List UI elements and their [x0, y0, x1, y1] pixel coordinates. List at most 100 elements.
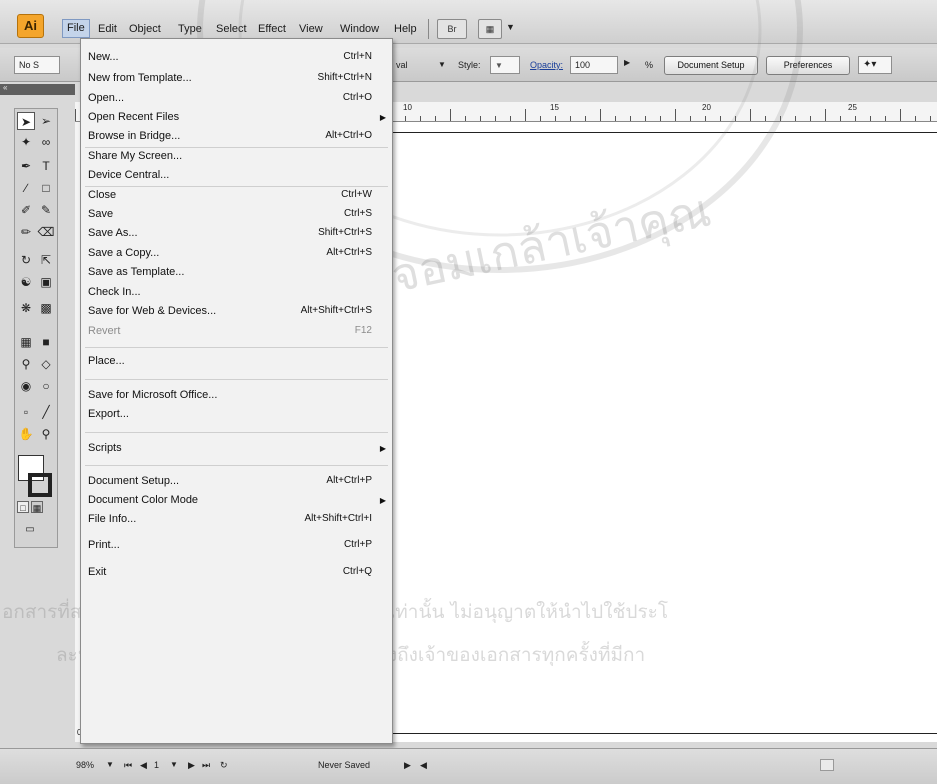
file-menu-item[interactable]: Browse in Bridge... Alt+Ctrl+O [88, 128, 372, 144]
zoom-dropdown-icon[interactable]: ▼ [106, 758, 114, 772]
bridge-icon[interactable]: Br [437, 19, 467, 39]
file-menu-item[interactable]: Place... [88, 353, 372, 369]
menu-select[interactable]: Select [214, 21, 249, 37]
file-menu-item-shortcut: Alt+Ctrl+P [326, 475, 372, 486]
stroke-color-swatch[interactable] [28, 473, 52, 497]
selection-tool-icon[interactable]: ➤ [17, 112, 35, 130]
menu-help[interactable]: Help [392, 21, 419, 37]
arrange-documents-icon[interactable]: ▦ [478, 19, 502, 39]
menu-type[interactable]: Type [176, 21, 204, 37]
file-menu-item[interactable]: Save a Copy... Alt+Ctrl+S [88, 245, 372, 261]
file-menu-item[interactable]: Share My Screen... [88, 148, 372, 164]
slice-tool-icon[interactable]: ╱ [37, 403, 55, 421]
status-menu-icon[interactable]: ▶ [404, 758, 411, 772]
file-menu-item-label: New from Template... [88, 72, 192, 84]
chevron-down-icon[interactable]: ▼ [506, 22, 515, 32]
zoom-tool-icon[interactable]: ⚲ [37, 425, 55, 443]
gradient-tool-icon[interactable]: ■ [37, 333, 55, 351]
opacity-input[interactable]: 100 [570, 56, 618, 74]
document-setup-button[interactable]: Document Setup [664, 56, 758, 75]
menu-edit[interactable]: Edit [96, 21, 119, 37]
zoom-level[interactable]: 98% [76, 758, 106, 772]
file-menu-item[interactable]: New from Template... Shift+Ctrl+N [88, 70, 372, 86]
panel-header-strip[interactable]: « [0, 83, 75, 95]
selection-indicator: No S [14, 56, 60, 74]
mesh-tool-icon[interactable]: ▦ [17, 333, 35, 351]
scale-tool-icon[interactable]: ⇱ [37, 251, 55, 269]
ruler-tick [900, 109, 901, 121]
blob-brush-tool-icon[interactable]: ✏ [17, 223, 35, 241]
file-menu-item[interactable]: Save Ctrl+S [88, 206, 372, 222]
file-menu-item[interactable]: Open... Ctrl+O [88, 90, 372, 106]
scroll-left-icon[interactable]: ◀ [420, 758, 427, 772]
eyedropper-tool-icon[interactable]: ⚲ [17, 355, 35, 373]
menu-view[interactable]: View [297, 21, 325, 37]
file-menu-item[interactable]: File Info... Alt+Shift+Ctrl+I [88, 511, 372, 527]
file-menu-item[interactable]: Exit Ctrl+Q [88, 564, 372, 580]
previous-artboard-icon[interactable]: ◀ [140, 758, 147, 772]
direct-selection-tool-icon[interactable]: ➢ [37, 112, 55, 130]
rotate-tool-icon[interactable]: ↻ [17, 251, 35, 269]
file-menu-item-label: Check In... [88, 286, 141, 298]
file-menu-item[interactable]: Scripts ▶ [88, 440, 386, 456]
eraser-tool-icon[interactable]: ⌫ [37, 223, 55, 241]
symbol-sprayer-tool-icon[interactable]: ❋ [17, 299, 35, 317]
file-menu-item-shortcut: Alt+Ctrl+O [325, 130, 372, 141]
file-menu-item-shortcut: Ctrl+Q [342, 566, 372, 577]
opacity-slider-arrow-icon[interactable]: ▶ [624, 58, 630, 67]
artboard-navigation-icon[interactable]: ↻ [220, 758, 228, 772]
last-artboard-icon[interactable]: ⏭ [202, 758, 210, 772]
line-tool-icon[interactable]: ∕ [17, 179, 35, 197]
file-menu-item[interactable]: Open Recent Files ▶ [88, 109, 386, 125]
column-graph-tool-icon[interactable]: ▩ [37, 299, 55, 317]
paintbrush-tool-icon[interactable]: ✐ [17, 201, 35, 219]
file-menu-item[interactable]: Check In... [88, 284, 372, 300]
file-menu-item[interactable]: Print... Ctrl+P [88, 537, 372, 553]
file-menu-item[interactable]: Save As... Shift+Ctrl+S [88, 225, 372, 241]
file-menu-item[interactable]: Device Central... [88, 167, 372, 183]
opacity-link[interactable]: Opacity: [530, 58, 563, 72]
blend-tool-icon[interactable]: ◇ [37, 355, 55, 373]
live-paint-selection-tool-icon[interactable]: ○ [37, 377, 55, 395]
pen-tool-icon[interactable]: ✒ [17, 157, 35, 175]
color-mode-icon[interactable]: □ [17, 501, 29, 513]
file-menu-item[interactable]: Save for Microsoft Office... [88, 387, 372, 403]
warp-tool-icon[interactable]: ☯ [17, 273, 35, 291]
file-menu-item[interactable]: Save as Template... [88, 264, 372, 280]
resize-grip-icon[interactable] [820, 759, 834, 771]
pencil-tool-icon[interactable]: ✎ [37, 201, 55, 219]
menu-file[interactable]: File [62, 19, 90, 38]
lasso-tool-icon[interactable]: ∞ [37, 133, 55, 151]
artboard-tool-icon[interactable]: ▫ [17, 403, 35, 421]
magic-wand-tool-icon[interactable]: ✦ [17, 133, 35, 151]
file-menu-item[interactable]: Save for Web & Devices... Alt+Shift+Ctrl+… [88, 303, 372, 319]
next-artboard-icon[interactable]: ▶ [188, 758, 195, 772]
file-menu-item[interactable]: Document Setup... Alt+Ctrl+P [88, 473, 372, 489]
ruler-label: 10 [403, 103, 412, 112]
select-similar-icon[interactable]: ✦▾ [858, 56, 892, 74]
preferences-button[interactable]: Preferences [766, 56, 850, 75]
gradient-mode-icon[interactable]: ▦ [31, 501, 43, 513]
first-artboard-icon[interactable]: ⏮ [124, 758, 132, 772]
ruler-tick [75, 109, 76, 121]
collapse-icon[interactable]: « [3, 83, 7, 92]
live-paint-bucket-tool-icon[interactable]: ◉ [17, 377, 35, 395]
menu-effect[interactable]: Effect [256, 21, 288, 37]
artboard-dropdown-icon[interactable]: ▼ [170, 758, 178, 772]
hand-tool-icon[interactable]: ✋ [17, 425, 35, 443]
menu-window[interactable]: Window [338, 21, 381, 37]
ruler-label: 25 [848, 103, 857, 112]
screen-mode-icon[interactable]: ▭ [21, 521, 39, 539]
type-tool-icon[interactable]: T [37, 157, 55, 175]
artboard-number[interactable]: 1 [154, 758, 159, 772]
free-transform-tool-icon[interactable]: ▣ [37, 273, 55, 291]
style-dropdown[interactable]: ▼ [490, 56, 520, 74]
file-menu-item[interactable]: Export... [88, 406, 372, 422]
file-menu-item[interactable]: Document Color Mode ▶ [88, 492, 386, 508]
dropdown-arrow-icon[interactable]: ▼ [438, 60, 446, 69]
ruler-tick [795, 116, 796, 121]
file-menu-item[interactable]: Close Ctrl+W [88, 187, 372, 203]
file-menu-item[interactable]: New... Ctrl+N [88, 49, 372, 65]
menu-object[interactable]: Object [127, 21, 163, 37]
rectangle-tool-icon[interactable]: □ [37, 179, 55, 197]
